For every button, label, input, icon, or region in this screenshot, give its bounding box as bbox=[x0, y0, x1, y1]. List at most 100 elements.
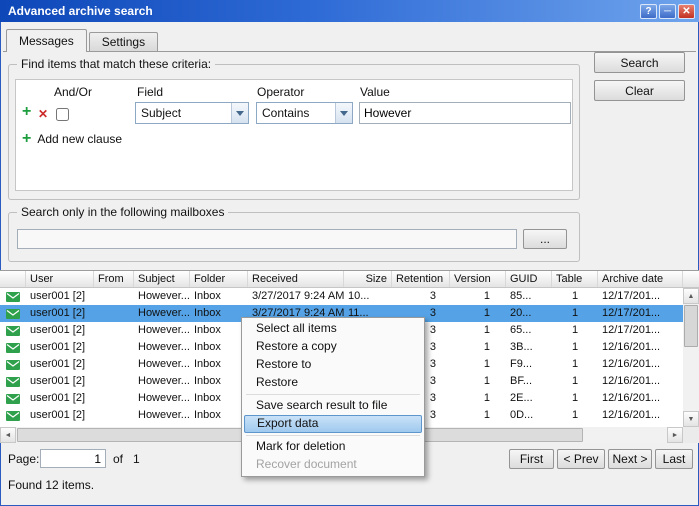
menu-item-export-data[interactable]: Export data bbox=[244, 415, 422, 433]
cell-from bbox=[94, 407, 134, 424]
cell-archive_date: 12/17/201... bbox=[598, 305, 683, 322]
title-bar[interactable]: Advanced archive search ? ─ ✕ bbox=[0, 0, 699, 22]
column-header-folder[interactable]: Folder bbox=[190, 271, 248, 287]
cell-guid: 20... bbox=[506, 305, 552, 322]
page-input[interactable] bbox=[40, 449, 106, 468]
window-controls: ? ─ ✕ bbox=[640, 4, 695, 19]
cell-guid: BF... bbox=[506, 373, 552, 390]
column-header-guid[interactable]: GUID bbox=[506, 271, 552, 287]
column-header-subject[interactable]: Subject bbox=[134, 271, 190, 287]
column-header-version[interactable]: Version bbox=[450, 271, 506, 287]
scroll-down-icon[interactable]: ▼ bbox=[683, 411, 699, 427]
cell-archive_date: 12/16/201... bbox=[598, 339, 683, 356]
cell-table: 1 bbox=[552, 305, 598, 322]
cell-user: user001 [2] bbox=[26, 339, 94, 356]
next-page-button[interactable]: Next > bbox=[608, 449, 652, 469]
scroll-up-icon[interactable]: ▲ bbox=[683, 288, 699, 304]
cell-archive_date: 12/16/201... bbox=[598, 373, 683, 390]
cell-user: user001 [2] bbox=[26, 356, 94, 373]
cell-subject: However... bbox=[134, 305, 190, 322]
last-page-button[interactable]: Last bbox=[655, 449, 693, 469]
criteria-group-label: Find items that match these criteria: bbox=[17, 57, 215, 71]
cell-folder: Inbox bbox=[190, 373, 248, 390]
cell-from bbox=[94, 305, 134, 322]
prev-page-button[interactable]: < Prev bbox=[557, 449, 605, 469]
cell-archive_date: 12/16/201... bbox=[598, 390, 683, 407]
mail-icon bbox=[0, 288, 26, 305]
first-page-button[interactable]: First bbox=[509, 449, 554, 469]
search-button[interactable]: Search bbox=[594, 52, 685, 73]
andor-column-label: And/Or bbox=[54, 85, 92, 99]
chevron-down-icon bbox=[335, 103, 352, 123]
status-text: Found 12 items. bbox=[8, 478, 94, 492]
scroll-left-icon[interactable]: ◄ bbox=[0, 427, 16, 443]
cell-version: 1 bbox=[450, 339, 506, 356]
cell-subject: However... bbox=[134, 390, 190, 407]
cell-version: 1 bbox=[450, 288, 506, 305]
add-new-clause-link[interactable]: + Add new clause bbox=[22, 132, 122, 146]
help-button[interactable]: ? bbox=[640, 4, 657, 19]
cell-guid: 65... bbox=[506, 322, 552, 339]
column-header-icon[interactable] bbox=[0, 271, 26, 287]
cell-version: 1 bbox=[450, 305, 506, 322]
value-input[interactable] bbox=[359, 102, 571, 124]
cell-guid: 85... bbox=[506, 288, 552, 305]
menu-item-restore-a-copy[interactable]: Restore a copy bbox=[244, 338, 422, 356]
cell-version: 1 bbox=[450, 356, 506, 373]
vertical-scrollbar[interactable]: ▲ ▼ bbox=[683, 288, 699, 427]
column-header-retention[interactable]: Retention bbox=[392, 271, 450, 287]
menu-item-save-search-result-to-file[interactable]: Save search result to file bbox=[244, 397, 422, 415]
field-combo[interactable]: Subject bbox=[135, 102, 249, 124]
cell-size: 10... bbox=[344, 288, 392, 305]
column-header-table[interactable]: Table bbox=[552, 271, 598, 287]
cell-folder: Inbox bbox=[190, 407, 248, 424]
page-label: Page: bbox=[8, 452, 39, 466]
context-menu: Select all itemsRestore a copyRestore to… bbox=[241, 317, 425, 477]
cell-user: user001 [2] bbox=[26, 373, 94, 390]
operator-combo[interactable]: Contains bbox=[256, 102, 353, 124]
tab-settings[interactable]: Settings bbox=[89, 32, 158, 51]
cell-archive_date: 12/17/201... bbox=[598, 288, 683, 305]
cell-subject: However... bbox=[134, 339, 190, 356]
clause-checkbox[interactable] bbox=[56, 108, 69, 121]
table-row[interactable]: user001 [2]However...Inbox3/27/2017 9:24… bbox=[0, 288, 683, 305]
cell-subject: However... bbox=[134, 407, 190, 424]
close-button[interactable]: ✕ bbox=[678, 4, 695, 19]
mail-icon bbox=[0, 356, 26, 373]
menu-item-restore-to[interactable]: Restore to bbox=[244, 356, 422, 374]
cell-user: user001 [2] bbox=[26, 407, 94, 424]
menu-item-restore[interactable]: Restore bbox=[244, 374, 422, 392]
mail-icon bbox=[0, 373, 26, 390]
column-header-user[interactable]: User bbox=[26, 271, 94, 287]
tab-messages[interactable]: Messages bbox=[6, 29, 87, 52]
total-pages: 1 bbox=[133, 452, 140, 466]
scrollbar-corner bbox=[683, 427, 699, 443]
cell-archive_date: 12/16/201... bbox=[598, 407, 683, 424]
menu-item-select-all-items[interactable]: Select all items bbox=[244, 320, 422, 338]
vertical-scroll-thumb[interactable] bbox=[684, 305, 698, 347]
menu-item-mark-for-deletion[interactable]: Mark for deletion bbox=[244, 438, 422, 456]
mailbox-input[interactable] bbox=[17, 229, 517, 249]
cell-folder: Inbox bbox=[190, 322, 248, 339]
clear-button[interactable]: Clear bbox=[594, 80, 685, 101]
cell-from bbox=[94, 373, 134, 390]
column-header-from[interactable]: From bbox=[94, 271, 134, 287]
remove-clause-icon[interactable]: ✕ bbox=[38, 107, 48, 121]
cell-user: user001 [2] bbox=[26, 390, 94, 407]
cell-version: 1 bbox=[450, 322, 506, 339]
cell-folder: Inbox bbox=[190, 305, 248, 322]
column-header-archive_date[interactable]: Archive date bbox=[598, 271, 683, 287]
window-title: Advanced archive search bbox=[8, 4, 153, 18]
minimize-button[interactable]: ─ bbox=[659, 4, 676, 19]
scroll-right-icon[interactable]: ► bbox=[667, 427, 683, 443]
operator-combo-value: Contains bbox=[257, 106, 335, 120]
browse-button[interactable]: ... bbox=[523, 229, 567, 249]
column-header-size[interactable]: Size bbox=[344, 271, 392, 287]
mailboxes-groupbox: Search only in the following mailboxes .… bbox=[8, 212, 580, 262]
cell-folder: Inbox bbox=[190, 356, 248, 373]
column-header-received[interactable]: Received bbox=[248, 271, 344, 287]
header-filler bbox=[683, 270, 699, 288]
cell-from bbox=[94, 288, 134, 305]
add-clause-icon[interactable]: + bbox=[22, 104, 31, 120]
cell-subject: However... bbox=[134, 322, 190, 339]
